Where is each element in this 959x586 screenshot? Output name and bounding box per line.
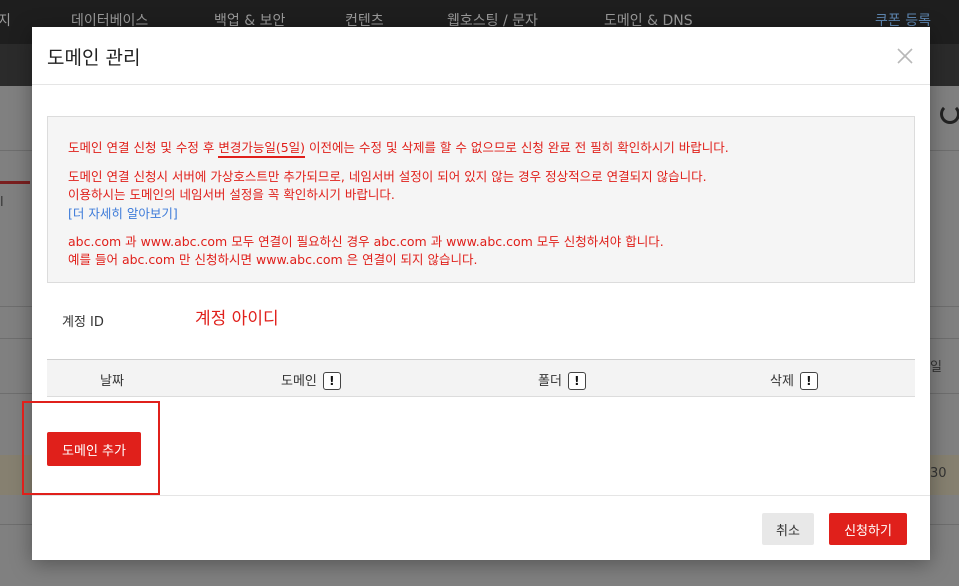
modal-footer: 취소 신청하기	[32, 495, 930, 560]
bg-side-text: 30	[930, 466, 947, 481]
modal-title: 도메인 관리	[47, 47, 141, 69]
column-header-date: 날짜	[100, 374, 124, 389]
notice-box: 도메인 연결 신청 및 수정 후 변경가능일(5일) 이전에는 수정 및 삭제를…	[47, 116, 915, 283]
modal-header: 도메인 관리	[32, 27, 930, 85]
cancel-button[interactable]: 취소	[762, 513, 814, 545]
column-header-label: 폴더	[538, 374, 562, 389]
column-header-label: 삭제	[770, 374, 794, 389]
account-id-label: 계정 ID	[62, 315, 104, 330]
nav-item-partial[interactable]: 지	[0, 10, 11, 30]
notice-line-1: 도메인 연결 신청 및 수정 후 변경가능일(5일) 이전에는 수정 및 삭제를…	[68, 137, 729, 158]
column-header-label: 도메인	[281, 374, 317, 389]
close-button[interactable]	[896, 47, 914, 65]
column-header-folder: 폴더!	[538, 370, 586, 391]
notice-emphasis: 변경가능일(5일)	[218, 140, 306, 158]
notice-line-5: 예를 들어 abc.com 만 신청하시면 www.abc.com 은 연결이 …	[68, 252, 478, 267]
notice-text: 이전에는 수정 및 삭제를 할 수 없으므로 신청 완료 전 필히 확인하시기 …	[305, 140, 729, 155]
notice-line-2: 도메인 연결 신청시 서버에 가상호스트만 추가되므로, 네임서버 설정이 되어…	[68, 169, 707, 184]
bg-tab-indicator	[0, 181, 30, 184]
close-icon	[897, 48, 913, 64]
bg-side-text: l	[0, 195, 4, 210]
bg-side-text: 일	[930, 360, 942, 375]
submit-button[interactable]: 신청하기	[829, 513, 907, 545]
folder-info-icon[interactable]: !	[567, 371, 586, 390]
domain-management-modal: 도메인 관리 도메인 연결 신청 및 수정 후 변경가능일(5일) 이전에는 수…	[22, 27, 930, 560]
column-header-domain: 도메인!	[281, 370, 341, 391]
notice-text: 도메인 연결 신청 및 수정 후	[68, 140, 219, 155]
notice-line-4: abc.com 과 www.abc.com 모두 연결이 필요하신 경우 abc…	[68, 234, 664, 249]
domain-info-icon[interactable]: !	[322, 371, 341, 390]
refresh-icon[interactable]	[940, 104, 959, 124]
column-header-delete: 삭제!	[770, 370, 818, 391]
account-id-value: 계정 아이디	[195, 309, 279, 329]
domain-table-header: 날짜 도메인! 폴더! 삭제!	[47, 359, 915, 397]
add-domain-button[interactable]: 도메인 추가	[47, 432, 141, 466]
delete-info-icon[interactable]: !	[799, 371, 818, 390]
notice-line-3: 이용하시는 도메인의 네임서버 설정을 꼭 확인하시기 바랍니다.	[68, 187, 395, 202]
learn-more-link[interactable]: [더 자세히 알아보기]	[68, 203, 178, 222]
